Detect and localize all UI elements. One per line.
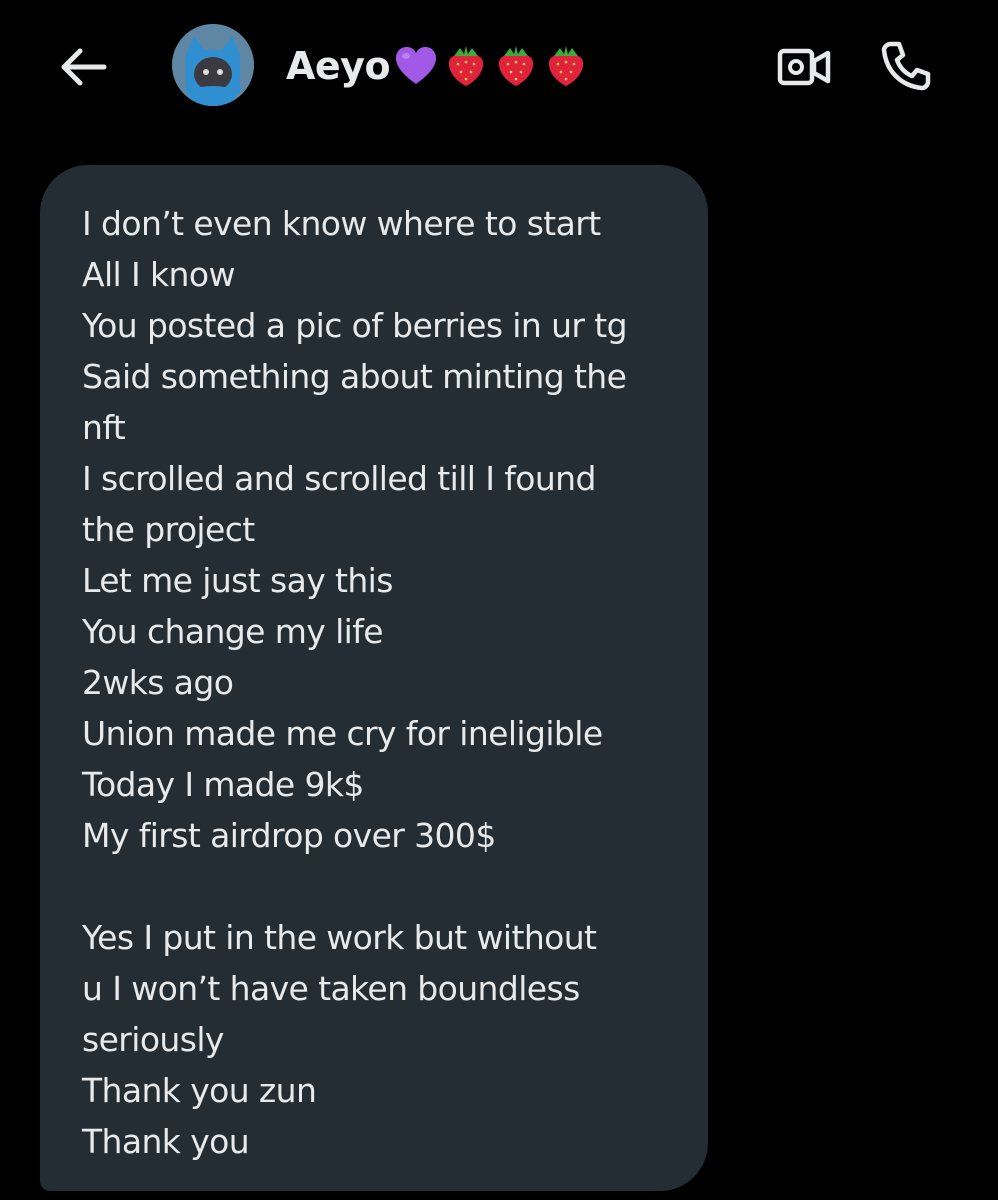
message-line: Said something about minting the [82,357,627,396]
strawberry-icon [498,46,534,86]
message-line: u I won’t have taken boundless [82,969,580,1008]
phone-icon [881,41,931,91]
message-line: 2wks ago [82,663,234,702]
contact-name-row[interactable]: Aeyo [286,36,590,96]
contact-name: Aeyo [286,44,391,88]
video-camera-icon [777,48,831,86]
message-line: Let me just say this [82,561,393,600]
purple-heart-icon [396,47,437,84]
back-button[interactable] [56,40,110,94]
strawberry-icon [548,46,584,86]
arrow-left-icon [61,48,107,86]
message-line: nft [82,408,126,447]
message-blank-line [82,861,627,912]
voice-call-button[interactable] [876,36,936,96]
message-line: You change my life [82,612,384,651]
message-line: Thank you [82,1122,250,1161]
message-line: Today I made 9k$ [82,765,364,804]
message-line: the project [82,510,255,549]
message-line: seriously [82,1020,224,1059]
message-line: You posted a pic of berries in ur tg [82,306,628,345]
message-line: Thank you zun [82,1071,317,1110]
message-line: Yes I put in the work but without [82,918,597,957]
message-line: My first airdrop over 300$ [82,816,496,855]
message-line: All I know [82,255,235,294]
message-line: I don’t even know where to start [82,204,601,243]
avatar[interactable] [172,24,254,106]
message-line: I scrolled and scrolled till I found [82,459,596,498]
strawberry-icon [448,46,484,86]
conversation-header: Aeyo [0,0,998,140]
message-line: Union made me cry for ineligible [82,714,603,753]
video-call-button[interactable] [774,40,834,94]
message-text: I don’t even know where to start All I kn… [82,198,628,1167]
